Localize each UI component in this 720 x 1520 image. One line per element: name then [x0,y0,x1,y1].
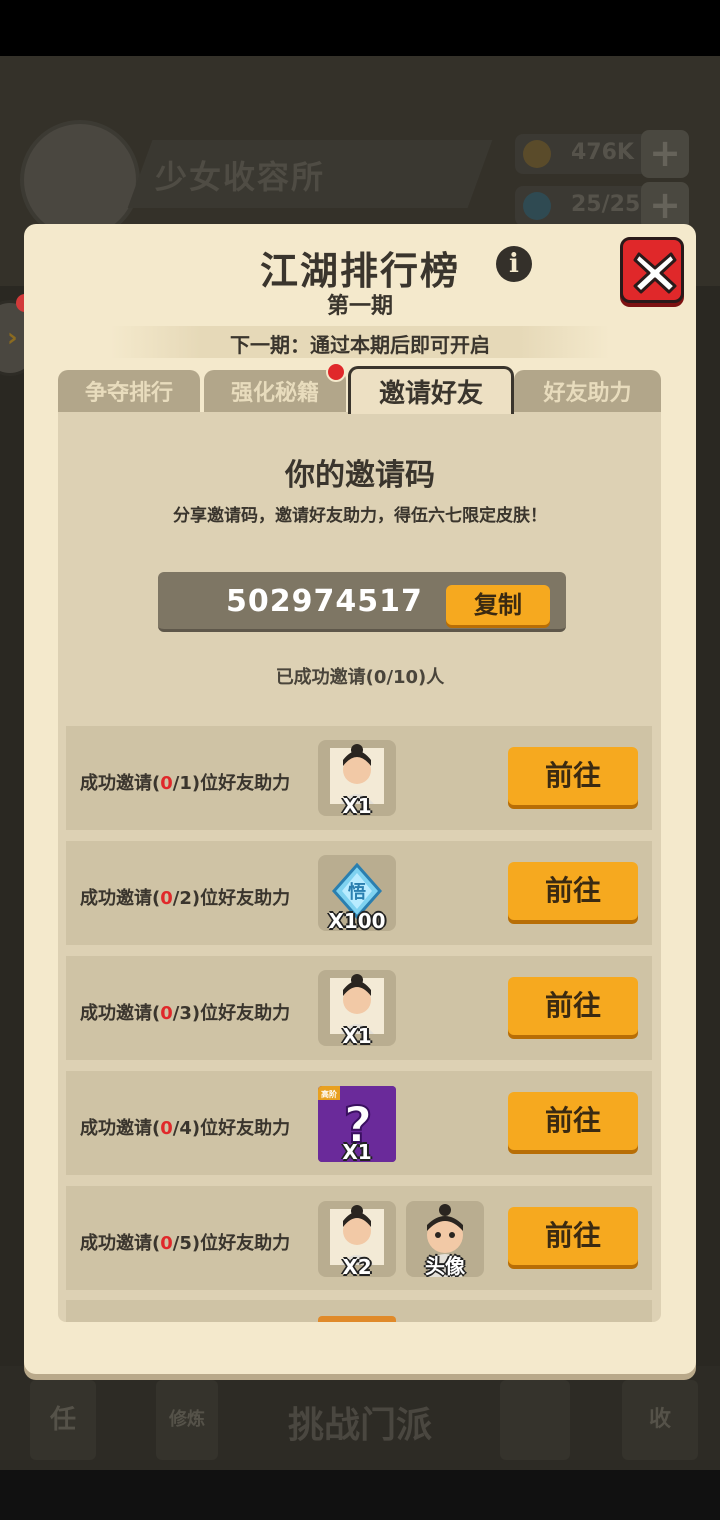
dialog-title: 江湖排行榜 [259,249,460,293]
tab-badge-dot [326,362,346,382]
coin-value: 476K [571,140,634,165]
player-avatar [20,120,140,240]
invite-description: 分享邀请码，邀请好友助力，得伍六七限定皮肤！ [173,506,547,526]
close-button[interactable] [620,237,684,303]
status-bar [0,0,720,56]
tab-secret-manual[interactable]: 强化秘籍 [204,370,346,414]
coin-resource: 476K + [515,130,689,178]
reward-item: 高阶 ? X1 [318,1086,396,1162]
invite-code-value: 502974517 [226,584,423,619]
reward-row-label: 成功邀请(0/2)位好友助力 [80,888,291,909]
close-icon [633,252,677,294]
period-label: 第一期 [326,294,393,319]
nav-building-button[interactable] [500,1380,570,1460]
nav-task-button[interactable]: 任 [30,1380,96,1460]
tab-invite-friends[interactable]: 邀请好友 [348,366,514,414]
reward-qty: X100 [328,909,386,931]
reward-qty: X2 [342,1255,372,1277]
go-button[interactable]: 前往 [508,977,638,1035]
svg-text:悟: 悟 [348,881,366,903]
info-icon[interactable]: i [496,246,532,282]
reward-row-partial [66,1300,652,1322]
go-button[interactable]: 前往 [508,747,638,805]
system-nav-bar [0,1470,720,1520]
reward-item: 悟 X100 [318,855,396,931]
reward-qty: X1 [342,1140,372,1162]
reward-item: X1 [318,740,396,816]
copy-button[interactable]: 复制 [446,585,550,625]
reward-row-label: 成功邀请(0/5)位好友助力 [80,1233,291,1254]
reward-qty: X1 [342,794,372,816]
reward-row-label: 成功邀请(0/1)位好友助力 [80,773,291,794]
go-button[interactable]: 前往 [508,1207,638,1265]
invite-success-count: 已成功邀请(0/10)人 [275,667,445,688]
nav-shop-button[interactable]: 收 [622,1380,698,1460]
svg-text:高阶: 高阶 [321,1089,337,1099]
reward-row-label: 成功邀请(0/4)位好友助力 [80,1118,291,1139]
coin-icon [523,140,551,168]
shelter-name: 少女收容所 [155,158,326,196]
nav-challenge-button[interactable]: 挑战门派 [272,1380,448,1460]
gem-plus-button[interactable]: + [641,182,689,230]
reward-item: X1 [318,970,396,1046]
nav-scroll-button[interactable]: 修炼 [156,1380,218,1460]
gem-value: 25/25 [571,192,641,217]
reward-item: 头像 [406,1201,484,1277]
tab-friend-help[interactable]: 好友助力 [514,370,661,414]
go-button[interactable]: 前往 [508,1092,638,1150]
tab-ranking[interactable]: 争夺排行 [58,370,200,414]
reward-qty: 头像 [425,1254,465,1277]
go-button[interactable]: 前往 [508,862,638,920]
reward-row-label: 成功邀请(0/3)位好友助力 [80,1003,291,1024]
reward-item: X2 [318,1201,396,1277]
coin-plus-button[interactable]: + [641,130,689,178]
gem-resource: 25/25 + [515,182,689,230]
notice-text: 下一期：通过本期后即可开启 [230,333,490,357]
invite-code-title: 你的邀请码 [285,458,435,493]
gem-icon [523,192,551,220]
reward-qty: X1 [342,1024,372,1046]
